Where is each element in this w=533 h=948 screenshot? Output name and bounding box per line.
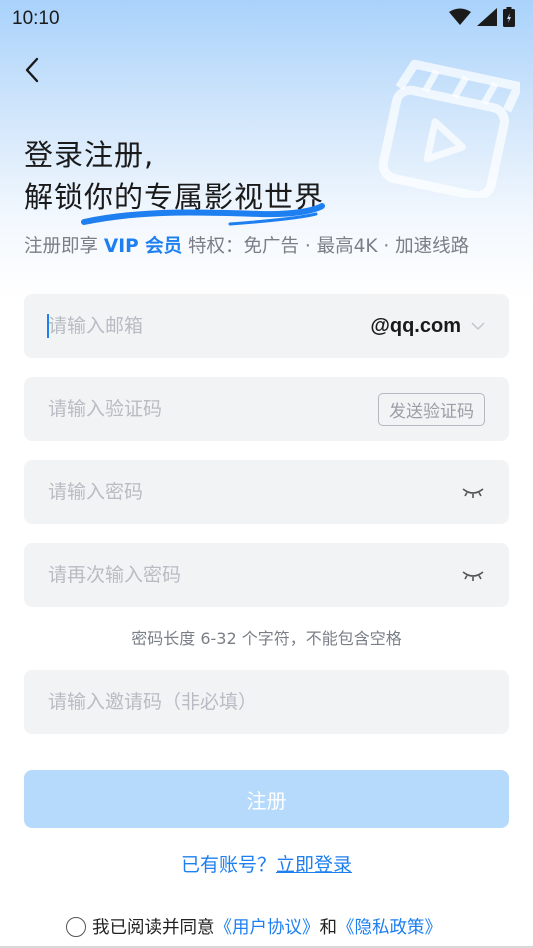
film-clapper-icon: [378, 59, 520, 198]
benefits-suffix: 特权：免广告 · 最高4K · 加速线路: [188, 236, 470, 257]
invite-code-input[interactable]: [48, 691, 485, 713]
headline-line1: 登录注册,: [24, 138, 155, 172]
email-input[interactable]: [48, 315, 371, 337]
text-cursor: [47, 314, 49, 338]
agreement-text: 我已阅读并同意: [92, 918, 215, 938]
password-confirm-input[interactable]: [48, 564, 461, 586]
headline: 登录注册, 解锁你的专属影视世界: [24, 134, 325, 226]
password-field-container: [24, 460, 509, 524]
wifi-icon: [449, 8, 471, 30]
vip-label: VIP 会员: [103, 236, 183, 257]
benefits-prefix: 注册即享: [24, 236, 99, 257]
eye-closed-icon: [462, 488, 484, 498]
register-button[interactable]: 注册: [24, 770, 509, 828]
password-confirm-field-container: [24, 543, 509, 607]
user-agreement-link[interactable]: 《用户协议》: [215, 914, 320, 939]
signal-icon: [477, 8, 497, 30]
headline-line2-wrap: 解锁你的专属影视世界: [24, 176, 325, 226]
privacy-policy-link[interactable]: 《隐私政策》: [337, 914, 442, 939]
password-confirm-visibility-toggle[interactable]: [461, 568, 485, 582]
back-button[interactable]: [14, 52, 50, 88]
verification-code-input[interactable]: [48, 398, 378, 420]
invite-field-container: [24, 670, 509, 734]
status-time: 10:10: [12, 8, 60, 29]
login-prompt: 已有账号？立即登录: [0, 850, 533, 877]
login-prompt-text: 已有账号？: [180, 854, 276, 876]
password-visibility-toggle[interactable]: [461, 485, 485, 499]
code-field-container: 发送验证码: [24, 377, 509, 441]
agreement-row: 我已阅读并同意 《用户协议》 和 《隐私政策》: [66, 914, 442, 939]
email-domain-value: @qq.com: [370, 314, 461, 337]
benefits-text: 注册即享 VIP 会员 特权：免广告 · 最高4K · 加速线路: [24, 232, 469, 258]
eye-closed-icon: [462, 571, 484, 581]
brush-underline-icon: [81, 203, 325, 226]
chevron-down-icon: [471, 322, 485, 331]
send-code-button[interactable]: 发送验证码: [378, 392, 485, 426]
agreement-checkbox[interactable]: [66, 916, 86, 937]
status-bar: 10:10: [0, 0, 533, 38]
password-hint: 密码长度 6-32 个字符，不能包含空格: [131, 629, 402, 648]
agreement-and: 和: [319, 918, 338, 938]
password-input[interactable]: [48, 481, 461, 503]
status-icons: [449, 7, 515, 31]
login-link[interactable]: 立即登录: [276, 854, 352, 876]
back-arrow-icon: [25, 57, 39, 83]
email-field-container: @qq.com: [24, 294, 509, 358]
email-domain-select[interactable]: @qq.com: [370, 315, 485, 338]
battery-icon: [503, 7, 515, 31]
